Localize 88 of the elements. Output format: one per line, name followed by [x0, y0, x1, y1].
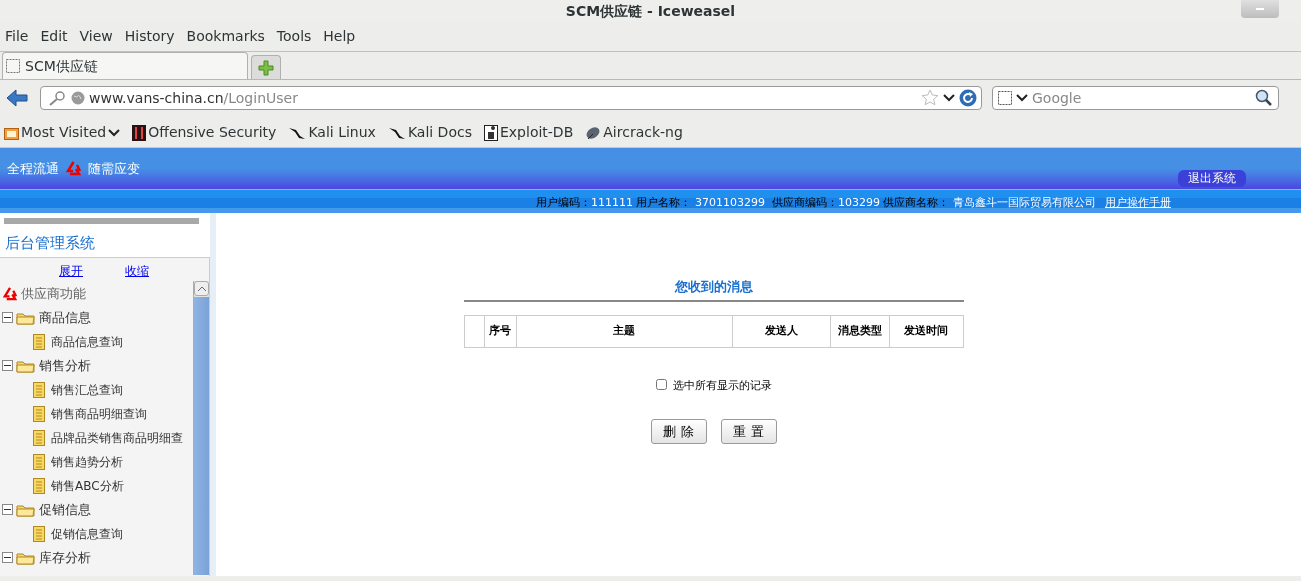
bookmark-icon	[483, 124, 498, 141]
search-engine-icon	[998, 91, 1012, 105]
bookmark-link[interactable]: Offensive Security	[132, 122, 277, 143]
scrollbar[interactable]	[193, 280, 209, 575]
menu-item[interactable]: Bookmarks	[186, 26, 265, 47]
column-header: 序号	[484, 315, 517, 347]
sidebar-title: 后台管理系统	[4, 233, 96, 254]
minus-icon	[4, 362, 11, 369]
menu-item[interactable]: Edit	[40, 26, 68, 47]
menu-item[interactable]: File	[5, 26, 29, 47]
document-icon	[33, 525, 45, 542]
recycle-icon	[2, 286, 18, 301]
form-button[interactable]: 删 除	[650, 419, 707, 444]
document-icon	[33, 477, 45, 494]
document-icon	[33, 333, 45, 350]
checkbox-label: 选中所有显示的记录	[672, 377, 772, 394]
user-info-text: 用户编码：111111 用户名称： 3701103299 供应商编码：103299 供应商名称： 青岛鑫斗一国际贸易有限公司	[536, 194, 1096, 211]
tree-folder[interactable]: 销售分析	[39, 355, 91, 376]
tree-item[interactable]: 品牌品类销售商品明细查	[51, 428, 183, 447]
column-header: 发送时间	[889, 315, 963, 347]
bookmark-link[interactable]: Kali Linux	[288, 122, 376, 143]
slogan-text: 全程流通	[7, 159, 59, 178]
key-icon	[47, 90, 67, 106]
tree-item[interactable]: 销售趋势分析	[51, 452, 123, 471]
minus-icon	[4, 506, 11, 513]
document-icon	[33, 405, 45, 422]
minimize-icon	[1256, 8, 1264, 10]
tree-folder[interactable]: 促销信息	[39, 499, 91, 520]
minus-icon	[4, 314, 11, 321]
expand-link[interactable]: 展开	[59, 261, 83, 282]
bookmark-link[interactable]: Aircrack-ng	[585, 122, 683, 143]
browser-tab[interactable]: SCM供应链	[2, 52, 248, 79]
bookmark-icon	[132, 124, 147, 141]
section-title: 您收到的消息	[463, 277, 964, 302]
chevron-down-icon	[1016, 94, 1028, 102]
slogan-text: 随需应变	[88, 159, 141, 178]
column-header: 主题	[516, 315, 733, 347]
plus-icon	[258, 59, 274, 76]
document-icon	[33, 453, 45, 470]
collapse-toggle[interactable]	[2, 312, 13, 323]
search-input[interactable]: Google	[1032, 87, 1251, 109]
document-icon	[33, 429, 45, 446]
tree-folder[interactable]: 商品信息	[39, 307, 91, 328]
collapse-link[interactable]: 收缩	[125, 261, 149, 282]
chevron-down-icon	[943, 94, 955, 102]
tree-item[interactable]: 商品信息查询	[51, 332, 123, 351]
document-icon	[33, 381, 45, 398]
collapse-toggle[interactable]	[2, 504, 13, 515]
search-icon	[1255, 89, 1273, 107]
folder-icon	[16, 310, 36, 325]
back-button[interactable]	[6, 88, 28, 108]
column-header: 发送人	[732, 315, 831, 347]
select-all-checkbox[interactable]	[655, 379, 667, 391]
collapse-toggle[interactable]	[2, 360, 13, 371]
menu-item[interactable]: Tools	[276, 26, 312, 47]
url-text: www.vans-china.cn/LoginUser	[89, 88, 299, 108]
tree-item[interactable]: 销售商品明细查询	[51, 404, 147, 423]
reload-icon	[959, 89, 977, 107]
menu-item[interactable]: View	[79, 26, 113, 47]
form-button[interactable]: 重 置	[720, 419, 777, 444]
folder-icon	[4, 125, 19, 140]
folder-icon	[16, 550, 36, 565]
collapse-toggle[interactable]	[2, 552, 13, 563]
tree-folder[interactable]: 库存分析	[39, 547, 91, 568]
folder-icon	[16, 502, 36, 517]
tree-item[interactable]: 销售汇总查询	[51, 380, 123, 399]
recycle-icon	[65, 161, 82, 176]
bookmark-link[interactable]: Kali Docs	[387, 122, 472, 143]
tree-root: 供应商功能	[21, 284, 86, 303]
page-icon	[6, 59, 20, 73]
bookmark-link[interactable]: Most Visited	[4, 122, 121, 143]
minus-icon	[4, 554, 11, 561]
window-title: SCM供应链 - Iceweasel	[565, 1, 736, 21]
address-bar[interactable]: www.vans-china.cn/LoginUser	[40, 86, 982, 110]
tree-item[interactable]: 销售ABC分析	[51, 476, 124, 495]
globe-icon	[71, 91, 85, 105]
tree-item[interactable]: 促销信息查询	[51, 524, 123, 543]
logout-button[interactable]: 退出系统	[1178, 170, 1246, 187]
menu-item[interactable]: History	[124, 26, 175, 47]
star-icon	[921, 89, 939, 107]
chevron-down-icon	[108, 128, 121, 137]
bookmark-link[interactable]: Exploit-DB	[483, 122, 574, 143]
search-bar[interactable]: Google	[992, 86, 1279, 110]
manual-link[interactable]: 用户操作手册	[1105, 194, 1171, 212]
column-header: 消息类型	[830, 315, 890, 347]
menu-item[interactable]: Help	[323, 26, 356, 47]
folder-icon	[16, 358, 36, 373]
scroll-up-icon	[197, 285, 206, 291]
